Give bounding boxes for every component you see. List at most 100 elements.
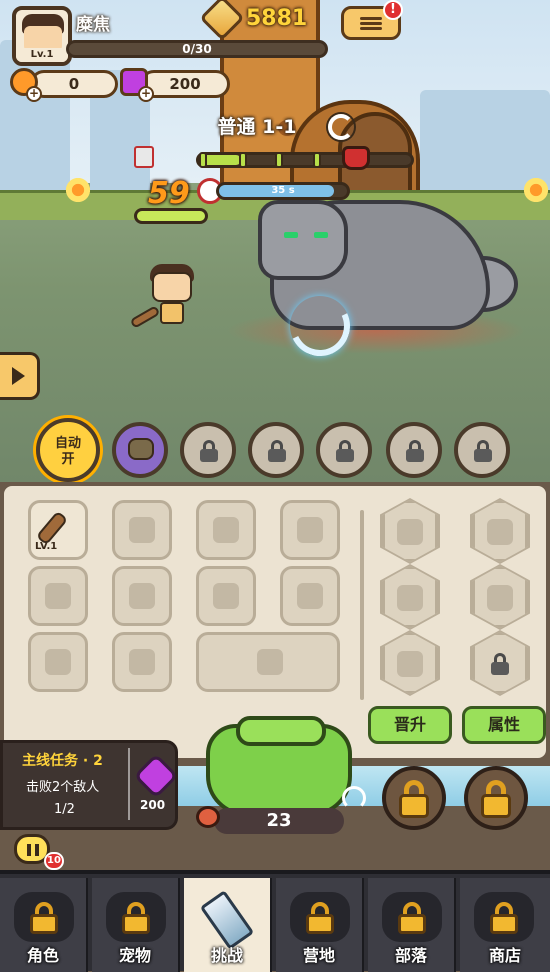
accessory-slot-ring[interactable] — [28, 632, 88, 692]
weapon-slot[interactable]: LV.1 — [28, 500, 88, 560]
quest-reward-amount: 200 — [140, 798, 166, 812]
lock-icon — [122, 902, 150, 934]
shuriken-icon — [397, 651, 423, 677]
play-icon — [12, 367, 25, 385]
bottom-nav: 角色 宠物 挑战 营地 部落 商店 — [0, 870, 550, 972]
armor-slot-chest[interactable] — [280, 500, 340, 560]
upgrade-button[interactable]: 晋升 — [368, 706, 452, 744]
chat-unread-badge: 10 — [44, 852, 64, 870]
xp-bar: 0/30 — [66, 40, 328, 58]
helmet-icon — [213, 517, 239, 543]
pants-icon — [297, 583, 323, 609]
alert-badge: ! — [383, 0, 403, 20]
battle-scene: Lv.1 糜焦 0/30 5881 ! 0 + 200 + 普通 1-1 59 … — [0, 0, 550, 482]
weapon-level: LV.1 — [35, 541, 58, 552]
armor-slot-boots[interactable] — [112, 632, 172, 692]
nav-label: 宠物 — [118, 946, 151, 965]
nav-label: 部落 — [394, 946, 427, 965]
nav-tab-challenge[interactable]: 挑战 — [184, 878, 272, 972]
wing-icon — [487, 519, 513, 545]
scrollbar[interactable] — [360, 510, 364, 700]
lock-icon — [491, 653, 509, 675]
auto-battle-label: 自动 开 — [54, 436, 81, 467]
add-gem-button[interactable]: + — [138, 86, 154, 102]
quest-title: 主线任务 · 2 — [22, 753, 103, 769]
quest-progress: 1/2 — [54, 802, 75, 817]
lock-icon — [474, 440, 492, 462]
belt-icon — [213, 583, 239, 609]
swap-icon[interactable] — [342, 786, 366, 810]
stage-title: 普通 1-1 — [217, 116, 297, 138]
hat-icon — [487, 585, 513, 611]
nav-tab-camp[interactable]: 营地 — [276, 878, 364, 972]
armor-slot-vest[interactable] — [112, 500, 172, 560]
lock-icon — [30, 902, 58, 934]
nav-tab-pets[interactable]: 宠物 — [92, 878, 180, 972]
accessory-slot-necklace[interactable] — [28, 566, 88, 626]
player-name: 糜焦 — [76, 15, 110, 35]
skill-slot-locked[interactable] — [248, 422, 304, 478]
quest-divider — [128, 748, 130, 820]
nav-label: 营地 — [302, 946, 335, 965]
gold-amount: 5881 — [246, 6, 308, 31]
lock-icon — [490, 902, 518, 934]
chest-armor-icon — [297, 517, 323, 543]
auto-battle-toggle[interactable]: 自动 开 — [36, 418, 100, 482]
timer-text: 35 s — [271, 185, 295, 196]
skill-slot-locked[interactable] — [316, 422, 372, 478]
skill-slot-locked[interactable] — [180, 422, 236, 478]
wolf-head — [258, 200, 348, 280]
armor-slot-gloves[interactable] — [112, 566, 172, 626]
rock-icon — [128, 438, 154, 460]
player-avatar[interactable]: Lv.1 — [12, 6, 72, 66]
lock-icon — [306, 902, 334, 934]
refresh-icon[interactable] — [328, 114, 354, 140]
player-hp-bar — [134, 208, 208, 224]
skill-slot-locked[interactable] — [386, 422, 442, 478]
player-level: Lv.1 — [16, 48, 68, 62]
nav-label: 挑战 — [210, 946, 243, 965]
quest-description: 击败2个敌人 — [26, 780, 100, 795]
glove-icon — [129, 583, 155, 609]
locked-pet-slot[interactable] — [464, 766, 528, 830]
boot-icon — [129, 649, 155, 675]
pyramid-icon — [397, 519, 423, 545]
wave-progress-bar — [196, 152, 414, 168]
nav-label: 角色 — [26, 946, 59, 965]
ring-icon — [45, 649, 71, 675]
nav-tab-shop[interactable]: 商店 — [460, 878, 550, 972]
player-hp-fill — [137, 211, 205, 221]
hamburger-icon — [360, 15, 382, 32]
pet-food-count: 23 — [266, 810, 292, 831]
armor-slot-pants[interactable] — [280, 566, 340, 626]
flower-icon — [64, 176, 92, 204]
lock-icon — [336, 440, 354, 462]
timer-bar: 35 s — [216, 182, 350, 200]
lock-icon — [200, 440, 218, 462]
locked-pet-slot[interactable] — [382, 766, 446, 830]
mount-slot[interactable] — [196, 632, 340, 692]
attributes-button[interactable]: 属性 — [462, 706, 546, 744]
nav-tab-character[interactable]: 角色 — [0, 878, 88, 972]
mount-icon — [257, 649, 283, 675]
flower-icon — [522, 176, 550, 204]
nav-tab-tribe[interactable]: 部落 — [368, 878, 456, 972]
side-play-button[interactable] — [0, 352, 40, 400]
lock-icon — [398, 902, 426, 934]
purple-gem-amount: 200 — [169, 75, 201, 93]
hero-character — [148, 264, 196, 330]
add-orange-button[interactable]: + — [26, 86, 42, 102]
armor-slot-helmet[interactable] — [196, 500, 256, 560]
runner-icon — [397, 585, 423, 611]
vest-icon — [129, 517, 155, 543]
stage-flag-icon — [134, 146, 154, 168]
armor-slot-belt[interactable] — [196, 566, 256, 626]
boss-skull-icon — [342, 146, 370, 170]
skill-slot-locked[interactable] — [454, 422, 510, 478]
orange-resource-amount: 0 — [68, 75, 80, 93]
sword-icon — [199, 890, 255, 950]
lock-icon — [268, 440, 286, 462]
skill-rock-slot[interactable] — [112, 422, 168, 478]
necklace-icon — [45, 583, 71, 609]
crocodile-head — [236, 716, 326, 746]
